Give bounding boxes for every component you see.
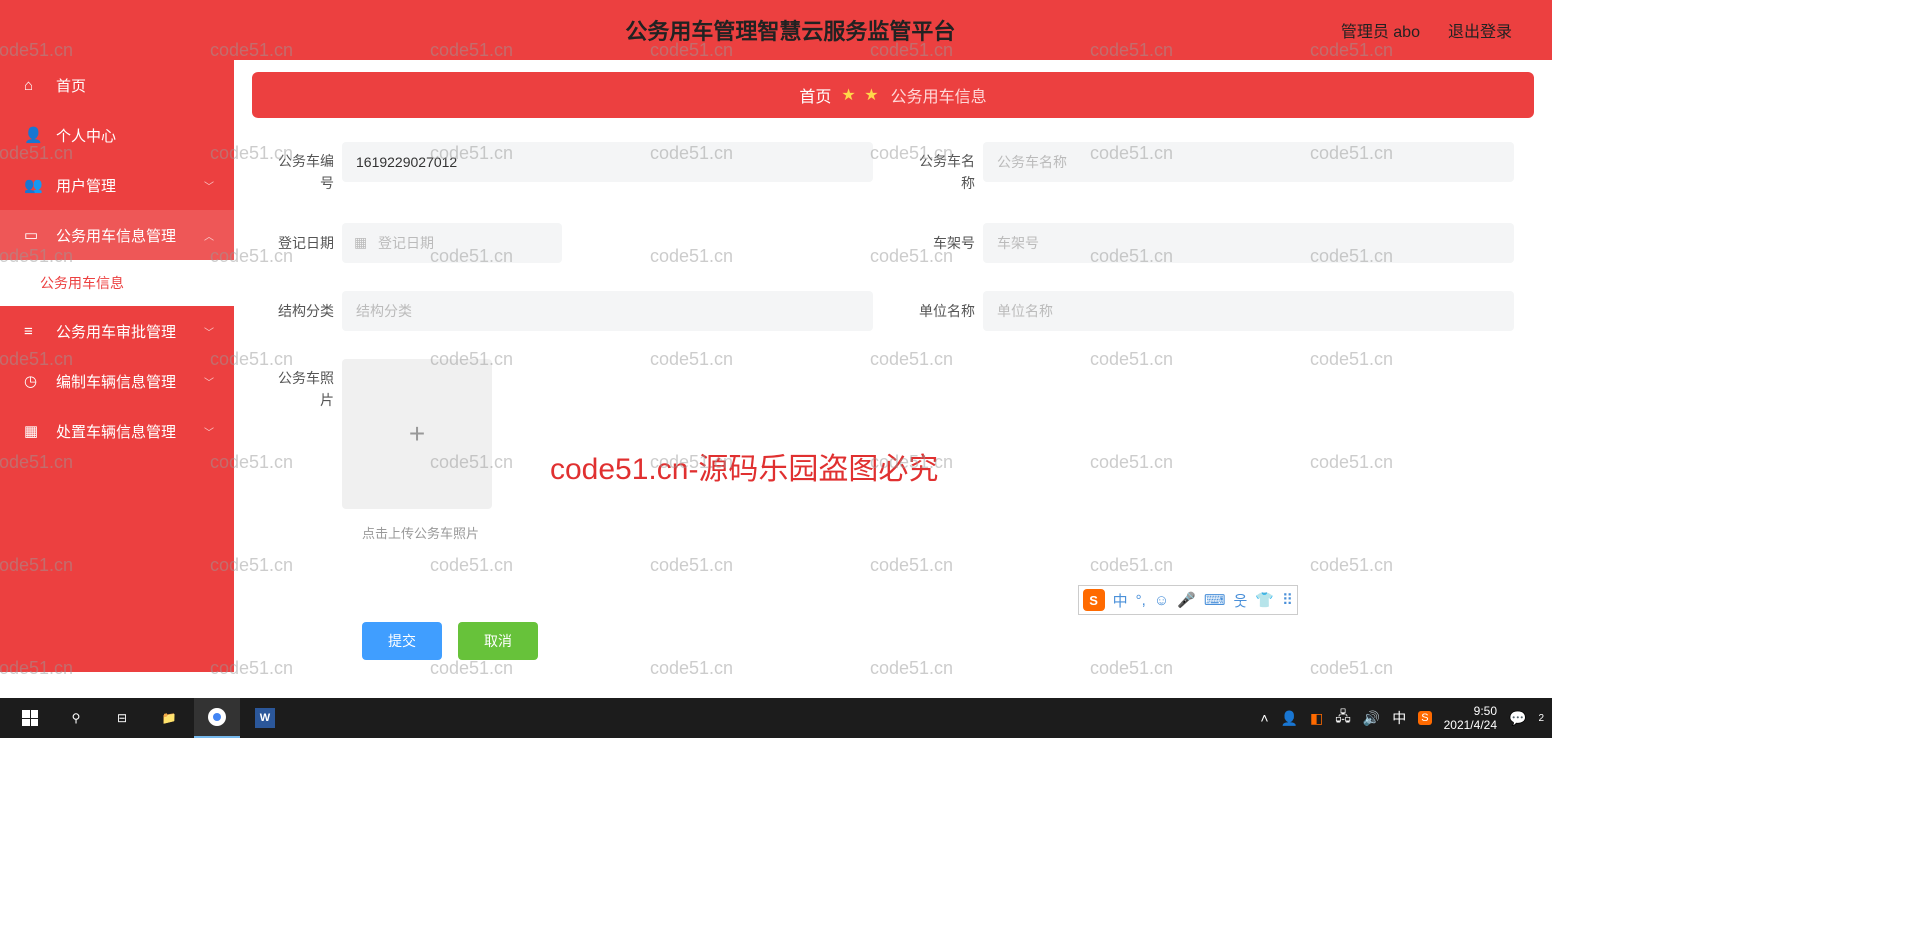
logout-link[interactable]: 退出登录 — [1448, 18, 1512, 42]
unit-input[interactable] — [983, 291, 1514, 331]
ime-emoji-icon[interactable]: ☺ — [1154, 592, 1169, 609]
sidebar-item-label: 处置车辆信息管理 — [56, 421, 176, 442]
chevron-down-icon: ﹀ — [204, 178, 214, 193]
plus-icon: + — [409, 418, 425, 450]
sidebar-item-compile[interactable]: ◷ 编制车辆信息管理 ﹀ — [0, 356, 234, 406]
star-icon: ★ ★ — [841, 85, 880, 105]
app-title: 公务用车管理智慧云服务监管平台 — [240, 14, 1341, 46]
upload-hint: 点击上传公务车照片 — [362, 523, 873, 542]
tray-volume-icon[interactable]: 🔊 — [1363, 710, 1380, 727]
chevron-down-icon: ﹀ — [204, 374, 214, 389]
chevron-up-icon: ︿ — [204, 228, 214, 243]
tray-chevron-icon[interactable]: ˄ — [1260, 710, 1268, 726]
tray-network-icon[interactable]: 🖧 — [1335, 706, 1351, 730]
sogou-icon: S — [1083, 589, 1105, 611]
sidebar-item-users[interactable]: 👥 用户管理 ﹀ — [0, 160, 234, 210]
cancel-button[interactable]: 取消 — [458, 622, 538, 660]
sidebar-item-approval[interactable]: ≡ 公务用车审批管理 ﹀ — [0, 306, 234, 356]
structure-label: 结构分类 — [272, 291, 342, 331]
home-icon: ⌂ — [24, 76, 42, 94]
notifications-button[interactable]: 💬 — [1509, 710, 1526, 727]
sidebar-item-label: 公务用车审批管理 — [56, 321, 176, 342]
reg-date-input[interactable] — [342, 223, 562, 263]
main-content: 首页 ★ ★ 公务用车信息 公务车编号 公务车名称 — [234, 60, 1552, 672]
sidebar-item-label: 个人中心 — [56, 125, 116, 146]
reg-date-label: 登记日期 — [272, 223, 342, 263]
breadcrumb: 首页 ★ ★ 公务用车信息 — [252, 72, 1534, 118]
car-name-label: 公务车名称 — [913, 142, 983, 195]
tray-sogou-icon[interactable]: S — [1418, 711, 1431, 725]
notification-badge: 2 — [1538, 713, 1544, 724]
breadcrumb-current: 公务用车信息 — [891, 83, 987, 107]
car-id-label: 公务车编号 — [272, 142, 342, 195]
tray-ime-icon[interactable]: 中 — [1392, 708, 1406, 728]
sidebar-item-home[interactable]: ⌂ 首页 — [0, 60, 234, 110]
ime-punct-icon[interactable]: °, — [1136, 592, 1146, 609]
car-icon: ▭ — [24, 226, 42, 244]
sidebar-item-label: 编制车辆信息管理 — [56, 371, 176, 392]
sidebar-item-vehicle-info[interactable]: ▭ 公务用车信息管理 ︿ — [0, 210, 234, 260]
structure-input[interactable] — [342, 291, 873, 331]
ime-toolbar[interactable]: S 中 °, ☺ 🎤 ⌨ 웃 👕 ⠿ — [1078, 585, 1298, 615]
taskbar-app-explorer[interactable]: 📁 — [146, 698, 192, 738]
taskbar-clock[interactable]: 9:50 2021/4/24 — [1444, 704, 1497, 733]
task-view-button[interactable]: ⊟ — [100, 698, 144, 738]
taskbar-app-chrome[interactable] — [194, 698, 240, 738]
chevron-down-icon: ﹀ — [204, 424, 214, 439]
tray-people-icon[interactable]: 👤 — [1281, 710, 1298, 727]
sidebar-subitem-vehicle-info[interactable]: 公务用车信息 — [0, 260, 234, 306]
ime-skin-icon[interactable]: 👕 — [1255, 591, 1274, 609]
windows-icon — [22, 710, 38, 726]
vehicle-form: 公务车编号 公务车名称 登记日期 — [252, 142, 1534, 660]
clock-icon: ◷ — [24, 372, 42, 390]
search-button[interactable]: ⚲ — [54, 698, 98, 738]
ime-tools-icon[interactable]: ⠿ — [1282, 591, 1293, 609]
sidebar-item-label: 用户管理 — [56, 175, 116, 196]
start-button[interactable] — [8, 698, 52, 738]
app-header: 公务用车管理智慧云服务监管平台 管理员 abo 退出登录 — [0, 0, 1552, 60]
breadcrumb-home[interactable]: 首页 — [799, 83, 831, 107]
ime-keyboard-icon[interactable]: ⌨ — [1204, 591, 1226, 609]
chevron-down-icon: ﹀ — [204, 324, 214, 339]
ime-mic-icon[interactable]: 🎤 — [1177, 591, 1196, 609]
car-name-input[interactable] — [983, 142, 1514, 182]
list-icon: ≡ — [24, 322, 42, 340]
user-icon: 👤 — [24, 126, 42, 144]
windows-taskbar: ⚲ ⊟ 📁 W ˄ 👤 ◧ 🖧 🔊 中 S 9:50 2021/4/24 💬 2 — [0, 698, 1552, 738]
photo-upload[interactable]: + — [342, 359, 492, 509]
unit-label: 单位名称 — [913, 291, 983, 331]
calendar-icon: ▦ — [354, 234, 367, 251]
sidebar-item-label: 公务用车信息管理 — [56, 225, 176, 246]
sidebar-item-disposal[interactable]: ▦ 处置车辆信息管理 ﹀ — [0, 406, 234, 456]
ime-lang[interactable]: 中 — [1113, 590, 1128, 611]
ime-person-icon[interactable]: 웃 — [1234, 590, 1248, 611]
user-label[interactable]: 管理员 abo — [1341, 18, 1420, 42]
users-icon: 👥 — [24, 176, 42, 194]
sidebar-item-label: 首页 — [56, 75, 86, 96]
photo-label: 公务车照片 — [272, 359, 342, 412]
vin-label: 车架号 — [913, 223, 983, 263]
grid-icon: ▦ — [24, 422, 42, 440]
taskbar-app-word[interactable]: W — [242, 698, 288, 738]
submit-button[interactable]: 提交 — [362, 622, 442, 660]
car-id-input[interactable] — [342, 142, 873, 182]
sidebar: ⌂ 首页 👤 个人中心 👥 用户管理 ﹀ ▭ 公务用车信息管理 ︿ 公务用车信息… — [0, 60, 234, 672]
tray-app-icon[interactable]: ◧ — [1310, 710, 1323, 727]
vin-input[interactable] — [983, 223, 1514, 263]
sidebar-item-profile[interactable]: 👤 个人中心 — [0, 110, 234, 160]
